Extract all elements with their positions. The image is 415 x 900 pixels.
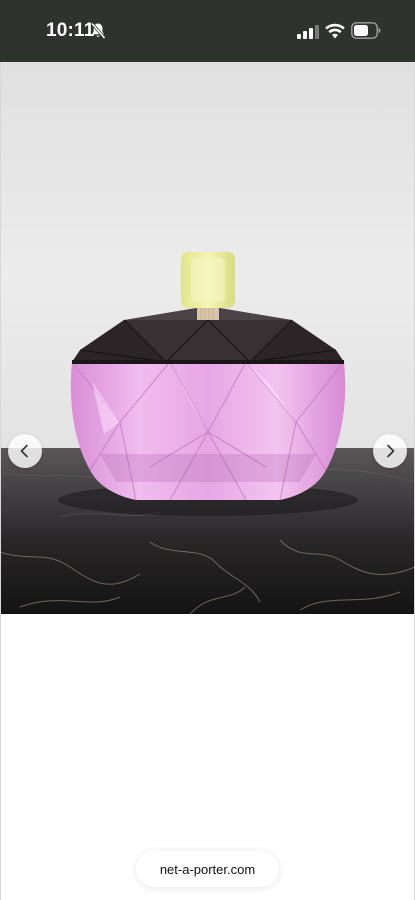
- battery-icon: [351, 22, 381, 39]
- carousel-prev-button[interactable]: [8, 434, 42, 468]
- status-bar: 10:11: [0, 0, 415, 62]
- cellular-signal-icon: [297, 25, 319, 39]
- status-time: 10:11: [46, 20, 95, 41]
- product-image: [0, 62, 415, 614]
- wifi-icon: [325, 23, 345, 39]
- url-bar[interactable]: net-a-porter.com: [136, 851, 279, 887]
- chevron-right-icon: [387, 444, 395, 458]
- frame-edge-left: [0, 62, 1, 900]
- chevron-left-icon: [20, 444, 28, 458]
- carousel-next-button[interactable]: [373, 434, 407, 468]
- bell-slash-icon: [90, 22, 106, 39]
- url-text: net-a-porter.com: [159, 861, 256, 877]
